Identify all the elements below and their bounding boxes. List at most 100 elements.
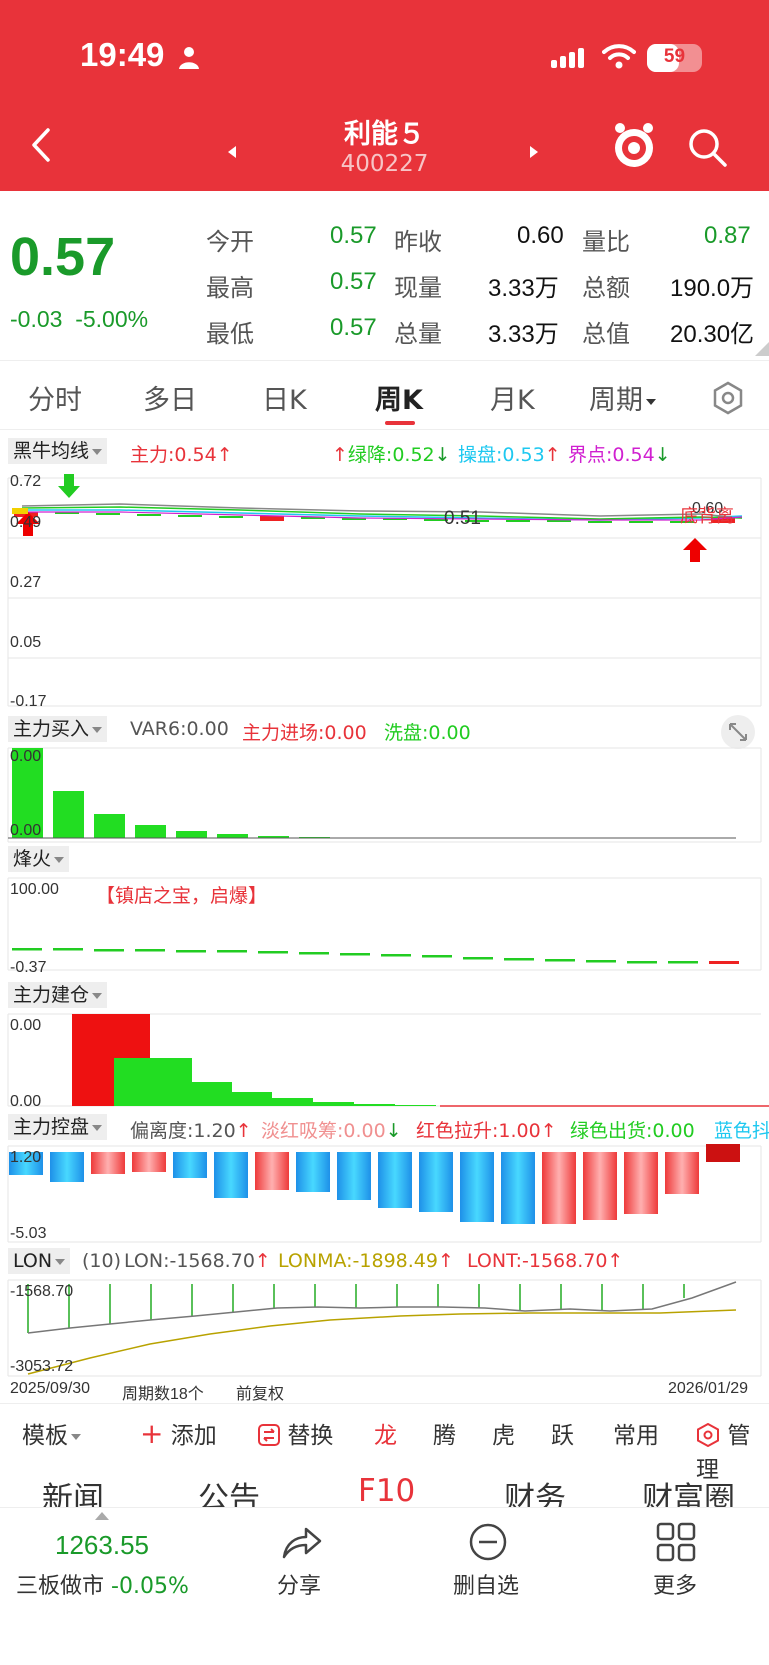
legend-xipan: 洗盘:0.00	[384, 722, 471, 744]
bar	[135, 825, 166, 838]
legend-jiedian: 界点:0.54↓	[568, 444, 671, 466]
indicator-selector-kongpan[interactable]: 主力控盘	[8, 1114, 108, 1140]
adjust-mode[interactable]: 前复权	[236, 1380, 284, 1404]
legend-lvse: 绿色出货:0.00	[570, 1120, 695, 1142]
chevron-down-icon	[92, 1124, 103, 1131]
price-change: -0.03 -5.00%	[10, 306, 148, 333]
line-segment	[463, 957, 493, 960]
quote-value: 0.57	[330, 268, 377, 295]
more-label[interactable]: 更多	[653, 1568, 697, 1600]
chevron-down-icon	[55, 1258, 66, 1265]
indicator-name: 主力控盘	[13, 1116, 90, 1138]
replace-icon	[258, 1424, 280, 1446]
next-stock-icon[interactable]	[530, 146, 538, 158]
bar	[91, 1152, 125, 1174]
axis-label: -0.17	[10, 693, 47, 710]
quote-label: 昨收	[394, 228, 442, 256]
bar	[378, 1152, 412, 1208]
line-segment	[381, 954, 411, 957]
tab-yue[interactable]: 跃	[551, 1416, 574, 1450]
expand-up-icon[interactable]	[95, 1512, 109, 1520]
line-segment	[12, 948, 42, 951]
settings-hexagon-icon[interactable]	[711, 381, 745, 415]
zhuli-buy-chart[interactable]	[0, 746, 769, 844]
line-segment	[340, 953, 370, 956]
candle	[260, 516, 284, 521]
tab-weekly-k[interactable]: 周K	[375, 378, 423, 417]
axis-label: 0.00	[10, 822, 42, 839]
mid-price-label: 0.51	[444, 508, 481, 529]
index-change: -0.05%	[111, 1574, 189, 1599]
candle	[506, 520, 530, 522]
bar	[624, 1152, 658, 1214]
tab-daily-k[interactable]: 日K	[262, 378, 307, 417]
share-icon[interactable]	[280, 1525, 322, 1561]
indicator-selector-zhuli[interactable]: 主力买入	[8, 716, 108, 742]
quote-label: 量比	[582, 228, 630, 256]
kline-chart[interactable]	[0, 468, 769, 714]
tab-intraday[interactable]: 分时	[28, 378, 82, 417]
nav-f10[interactable]: F10	[358, 1473, 415, 1509]
template-label: 模板	[22, 1423, 68, 1449]
indicator-selector-heiniu[interactable]: 黑牛均线	[8, 438, 108, 464]
quote-label: 现量	[394, 274, 442, 302]
template-button[interactable]: 模板	[22, 1416, 81, 1450]
legend-text: 界点:0.54	[568, 444, 655, 466]
candle	[629, 521, 653, 523]
quote-panel	[0, 191, 769, 359]
bar	[706, 1144, 740, 1162]
line-segment	[545, 959, 575, 962]
share-label[interactable]: 分享	[277, 1568, 321, 1600]
axis-label: 0.05	[10, 634, 42, 651]
tab-hu[interactable]: 虎	[492, 1416, 515, 1450]
tab-monthly-k[interactable]: 月K	[490, 378, 535, 417]
tab-long[interactable]: 龙	[374, 1416, 397, 1450]
replace-label: 替换	[287, 1423, 334, 1449]
remove-watchlist-icon[interactable]	[468, 1522, 508, 1562]
quote-label: 总额	[582, 274, 630, 302]
jiancang-chart[interactable]	[0, 1012, 769, 1108]
lon-chart[interactable]	[0, 1278, 769, 1378]
bar	[94, 814, 125, 838]
line-segment	[709, 961, 739, 964]
index-value[interactable]: 1263.55	[55, 1530, 149, 1561]
chevron-down-icon	[54, 856, 65, 863]
replace-button[interactable]: 替换	[258, 1416, 333, 1450]
index-info[interactable]: 三板做市 -0.05%	[16, 1568, 189, 1600]
expand-corner-icon[interactable]	[755, 342, 769, 356]
tab-multi-day[interactable]: 多日	[143, 378, 197, 417]
axis-label: -5.03	[10, 1225, 47, 1242]
quote-label: 今开	[206, 228, 254, 256]
bar	[176, 831, 207, 838]
bar	[337, 1152, 371, 1200]
more-grid-icon[interactable]	[656, 1522, 696, 1562]
legend-text: 淡红吸筹:0.00	[261, 1120, 386, 1142]
add-button[interactable]: + 添加	[140, 1416, 217, 1450]
active-tab-indicator	[385, 421, 415, 425]
axis-label: 0.00	[10, 1093, 42, 1110]
axis-label: 100.00	[10, 881, 59, 898]
legend-caopan: 操盘:0.53↑	[458, 444, 561, 466]
quote-value: 0.87	[704, 222, 751, 249]
signal-note: 【镇店之宝，启爆】	[96, 885, 268, 907]
line-segment	[176, 950, 206, 953]
tab-common[interactable]: 常用	[613, 1416, 659, 1450]
tab-period[interactable]: 周期	[589, 378, 656, 417]
candle	[588, 521, 612, 523]
search-icon[interactable]	[688, 128, 728, 168]
line-segment	[94, 949, 124, 952]
quote-value: 0.57	[330, 222, 377, 249]
bar	[501, 1152, 535, 1224]
line-segment	[258, 951, 288, 954]
kongpan-chart[interactable]	[0, 1144, 769, 1244]
axis-label: 1.20	[10, 1149, 42, 1166]
indicator-selector-fenghuo[interactable]: 烽火	[8, 846, 70, 872]
change-value: -0.03	[10, 306, 63, 332]
legend-var6: VAR6:0.00	[130, 718, 229, 740]
remove-label[interactable]: 删自选	[453, 1568, 519, 1600]
bar	[173, 1152, 207, 1178]
mascot-icon[interactable]	[612, 122, 656, 170]
indicator-selector-lon[interactable]: LON	[8, 1248, 71, 1274]
tab-teng[interactable]: 腾	[433, 1416, 456, 1450]
indicator-selector-jiancang[interactable]: 主力建仓	[8, 982, 108, 1008]
